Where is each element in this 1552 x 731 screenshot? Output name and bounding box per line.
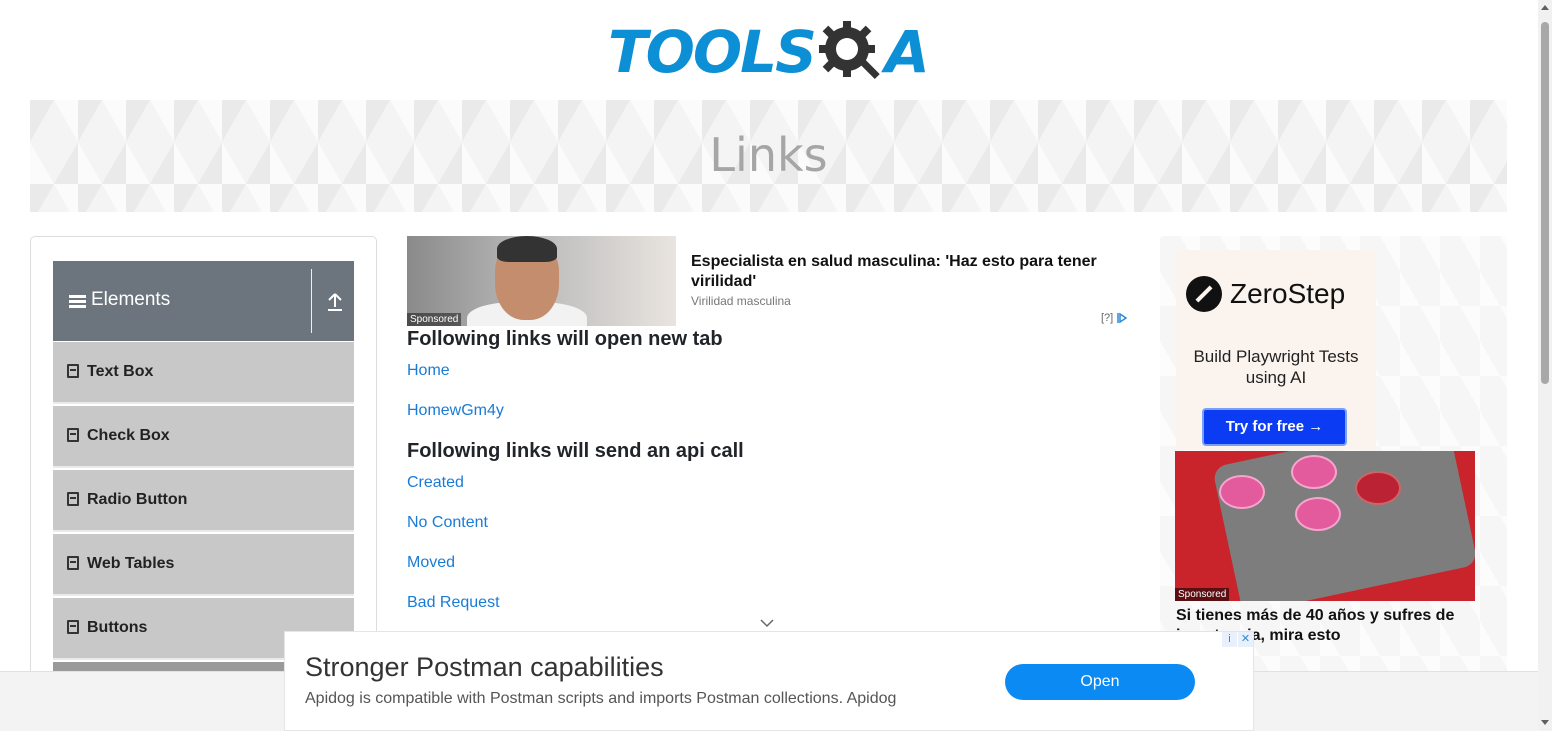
html-icon bbox=[67, 556, 79, 570]
header-divider bbox=[311, 269, 312, 333]
toolsqa-logo[interactable]: TOOLS A bbox=[608, 14, 930, 90]
zerostep-brand: ZeroStep bbox=[1230, 278, 1346, 309]
no-content-link[interactable]: No Content bbox=[407, 514, 488, 532]
zerostep-ad[interactable]: ZeroStep Build Playwright Tests using AI… bbox=[1176, 250, 1376, 450]
html-icon bbox=[67, 364, 79, 378]
scroll-up-icon[interactable] bbox=[1541, 5, 1549, 10]
sponsored-tag: Sponsored bbox=[1175, 588, 1230, 601]
sidebar-item-label: Buttons bbox=[87, 619, 148, 636]
ad-source: Virilidad masculina bbox=[691, 294, 791, 308]
bottom-ad-title[interactable]: Stronger Postman capabilities bbox=[305, 652, 664, 683]
ad-title[interactable]: Especialista en salud masculina: 'Haz es… bbox=[691, 252, 1111, 292]
new-tab-heading: Following links will open new tab bbox=[407, 328, 723, 350]
bottom-ad[interactable]: Stronger Postman capabilities Apidog is … bbox=[284, 631, 1254, 731]
ad-image[interactable]: Sponsored bbox=[407, 236, 676, 326]
chevron-down-icon[interactable] bbox=[760, 616, 774, 630]
zerostep-subtitle: Build Playwright Tests using AI bbox=[1193, 347, 1359, 387]
home-link[interactable]: Home bbox=[407, 362, 450, 380]
sidebar: Elements Text Box Check Box Radio Button… bbox=[30, 236, 377, 696]
header: TOOLS A bbox=[0, 0, 1538, 100]
bad-request-link[interactable]: Bad Request bbox=[407, 594, 500, 612]
elements-group-header[interactable]: Elements bbox=[53, 261, 354, 341]
created-link[interactable]: Created bbox=[407, 474, 464, 492]
ad-choices-icon[interactable]: [?] bbox=[1101, 312, 1128, 324]
zerostep-logo-icon bbox=[1186, 276, 1222, 312]
moved-link[interactable]: Moved bbox=[407, 554, 455, 572]
html-icon bbox=[67, 492, 79, 506]
scrollbar-thumb[interactable] bbox=[1541, 22, 1549, 384]
gear-magnifier-icon bbox=[818, 21, 880, 80]
sidebar-item-radio-button[interactable]: Radio Button bbox=[53, 470, 354, 532]
open-button[interactable]: Open bbox=[1005, 664, 1195, 700]
sidebar-item-label: Check Box bbox=[87, 427, 170, 444]
zerostep-logo: ZeroStep bbox=[1186, 276, 1345, 312]
html-icon bbox=[67, 428, 79, 442]
right-ad[interactable]: ZeroStep Build Playwright Tests using AI… bbox=[1160, 236, 1507, 676]
logo-text: TOOLS bbox=[608, 18, 817, 86]
logo-text-a: A bbox=[884, 18, 930, 86]
info-icon[interactable]: i bbox=[1222, 632, 1237, 647]
sidebar-item-check-box[interactable]: Check Box bbox=[53, 406, 354, 468]
page-title: Links bbox=[709, 128, 828, 182]
try-for-free-button[interactable]: Try for free → bbox=[1202, 408, 1347, 446]
page-banner: Links bbox=[30, 100, 1507, 212]
group-title: Elements bbox=[91, 289, 171, 310]
html-icon bbox=[67, 620, 79, 634]
top-ad[interactable]: Sponsored Especialista en salud masculin… bbox=[407, 236, 1137, 326]
ad-image[interactable]: Sponsored bbox=[1175, 451, 1475, 601]
collapse-icon[interactable] bbox=[325, 291, 345, 313]
close-icon[interactable]: ✕ bbox=[1238, 632, 1253, 647]
ad-controls: i ✕ bbox=[1222, 632, 1253, 647]
bottom-ad-description: Apidog is compatible with Postman script… bbox=[305, 690, 897, 707]
sidebar-item-text-box[interactable]: Text Box bbox=[53, 342, 354, 404]
scrollbar[interactable] bbox=[1538, 0, 1552, 731]
menu-icon bbox=[69, 295, 86, 309]
sidebar-item-web-tables[interactable]: Web Tables bbox=[53, 534, 354, 596]
dynamic-home-link[interactable]: HomewGm4y bbox=[407, 402, 504, 420]
sidebar-item-label: Radio Button bbox=[87, 491, 188, 508]
api-call-heading: Following links will send an api call bbox=[407, 440, 744, 462]
sidebar-item-label: Web Tables bbox=[87, 555, 175, 572]
sponsored-tag: Sponsored bbox=[407, 313, 462, 326]
scroll-down-icon[interactable] bbox=[1541, 720, 1549, 725]
sidebar-item-label: Text Box bbox=[87, 363, 154, 380]
